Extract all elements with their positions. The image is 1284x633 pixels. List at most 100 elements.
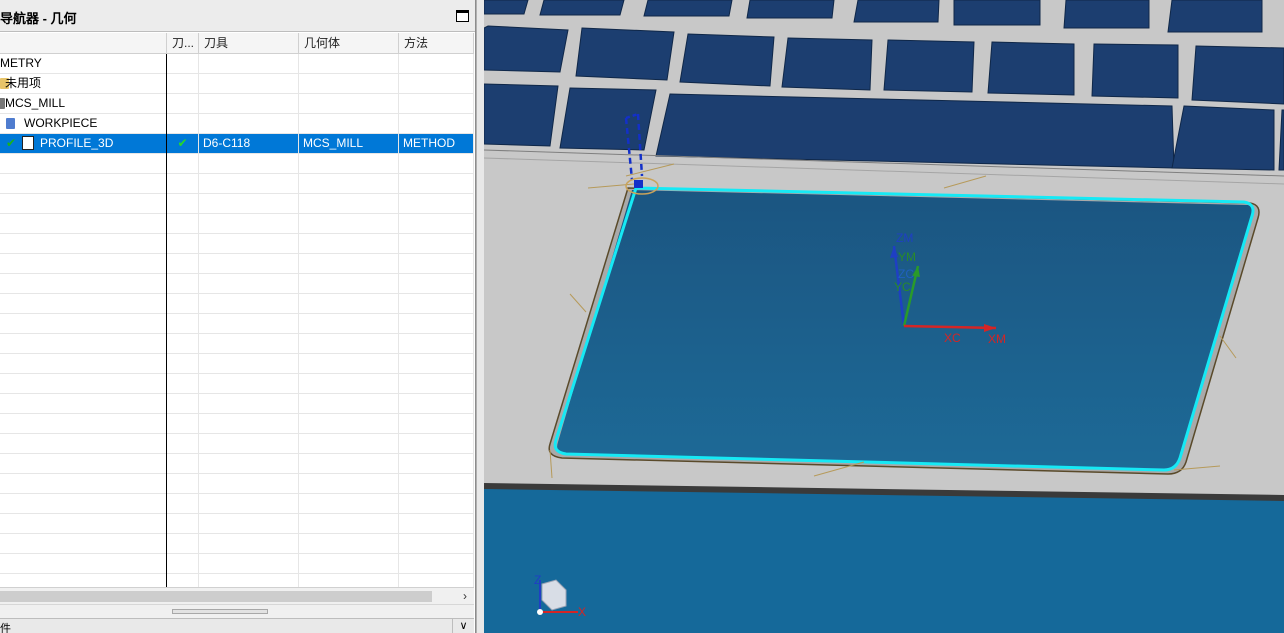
method-cell	[399, 514, 474, 533]
column-header-status[interactable]: 刀...	[167, 33, 199, 54]
empty-row[interactable]	[0, 174, 474, 194]
horizontal-scrollbar[interactable]: ›	[0, 587, 474, 604]
tree-row[interactable]: METRY	[0, 54, 474, 74]
empty-row[interactable]	[0, 274, 474, 294]
empty-row[interactable]	[0, 414, 474, 434]
empty-row[interactable]	[0, 354, 474, 374]
status-cell	[167, 74, 199, 93]
geometry-cell	[299, 574, 399, 587]
zm-label: ZM	[896, 231, 913, 245]
empty-row[interactable]	[0, 254, 474, 274]
check-icon: ✔	[6, 136, 17, 150]
status-cell	[167, 274, 199, 293]
tool-cell	[199, 74, 299, 93]
tool-cell	[199, 474, 299, 493]
tree-row[interactable]: 未用项	[0, 74, 474, 94]
tool-cell	[199, 194, 299, 213]
panel-splitter[interactable]	[0, 604, 474, 618]
chevron-down-icon[interactable]: ∨	[452, 619, 474, 633]
empty-row[interactable]	[0, 334, 474, 354]
column-header-name[interactable]	[0, 33, 167, 54]
view-x-label: X	[578, 605, 586, 619]
geometry-cell	[299, 494, 399, 513]
empty-row[interactable]	[0, 214, 474, 234]
name-cell	[0, 534, 167, 553]
empty-row[interactable]	[0, 294, 474, 314]
panel-separator[interactable]	[476, 0, 484, 633]
splitter-grip[interactable]	[172, 609, 268, 614]
geometry-cell	[299, 234, 399, 253]
name-cell	[0, 434, 167, 453]
status-cell	[167, 374, 199, 393]
method-cell	[399, 554, 474, 573]
column-header-method[interactable]: 方法	[399, 33, 474, 54]
empty-row[interactable]	[0, 234, 474, 254]
geometry-cell	[299, 554, 399, 573]
tree-row[interactable]: WORKPIECE	[0, 114, 474, 134]
geometry-cell: MCS_MILL	[299, 134, 399, 153]
status-cell	[167, 454, 199, 473]
method-cell	[399, 434, 474, 453]
empty-row[interactable]	[0, 514, 474, 534]
name-cell	[0, 254, 167, 273]
empty-row[interactable]	[0, 554, 474, 574]
empty-row[interactable]	[0, 534, 474, 554]
tree-item-label: PROFILE_3D	[40, 136, 114, 150]
empty-row[interactable]	[0, 494, 474, 514]
name-cell	[0, 514, 167, 533]
tool-cell	[199, 334, 299, 353]
name-cell	[0, 574, 167, 587]
column-header-geometry[interactable]: 几何体	[299, 33, 399, 54]
empty-row[interactable]	[0, 434, 474, 454]
method-cell	[399, 414, 474, 433]
empty-row[interactable]	[0, 154, 474, 174]
scroll-right-icon[interactable]: ›	[458, 588, 472, 605]
navigator-title-bar: 导航器 - 几何	[0, 0, 475, 32]
tool-cell	[199, 574, 299, 587]
empty-row[interactable]	[0, 374, 474, 394]
empty-row[interactable]	[0, 474, 474, 494]
name-cell: MCS_MILL	[0, 94, 167, 113]
geometry-cell	[299, 74, 399, 93]
empty-row[interactable]	[0, 454, 474, 474]
tree-row[interactable]: ✔ PROFILE_3D ✔ D6-C118 MCS_MILL METHOD	[0, 134, 474, 154]
view-z-label: Z	[534, 573, 541, 587]
empty-row[interactable]	[0, 314, 474, 334]
geometry-cell	[299, 254, 399, 273]
tree-item-label: METRY	[0, 56, 42, 70]
method-cell	[399, 234, 474, 253]
geometry-cell	[299, 174, 399, 193]
status-cell	[167, 314, 199, 333]
keycap	[987, 41, 1075, 96]
tree-item-label: 未用项	[5, 76, 42, 90]
keycap	[484, 0, 529, 15]
keycap	[883, 39, 975, 93]
tool-cell	[199, 54, 299, 73]
empty-row[interactable]	[0, 574, 474, 587]
tree-row[interactable]: MCS_MILL	[0, 94, 474, 114]
name-cell: METRY	[0, 54, 167, 73]
status-cell	[167, 554, 199, 573]
name-cell	[0, 174, 167, 193]
yc-label: YC	[894, 280, 911, 294]
method-cell	[399, 294, 474, 313]
name-cell	[0, 354, 167, 373]
geometry-cell	[299, 514, 399, 533]
scrollbar-thumb[interactable]	[0, 591, 432, 602]
column-header-tool[interactable]: 刀具	[199, 33, 299, 54]
name-cell	[0, 454, 167, 473]
status-cell	[167, 114, 199, 133]
tool-cell	[199, 294, 299, 313]
geometry-cell	[299, 334, 399, 353]
status-cell	[167, 154, 199, 173]
graphics-viewport[interactable]: ZM YM ZC YC XC XM Z X	[484, 0, 1284, 633]
keycap	[559, 87, 657, 151]
name-cell	[0, 554, 167, 573]
keycap	[1191, 45, 1284, 105]
detail-section-bar[interactable]: 件 ∨	[0, 618, 474, 633]
maximize-icon[interactable]	[456, 10, 469, 22]
method-cell	[399, 474, 474, 493]
empty-row[interactable]	[0, 394, 474, 414]
empty-row[interactable]	[0, 194, 474, 214]
status-cell	[167, 434, 199, 453]
